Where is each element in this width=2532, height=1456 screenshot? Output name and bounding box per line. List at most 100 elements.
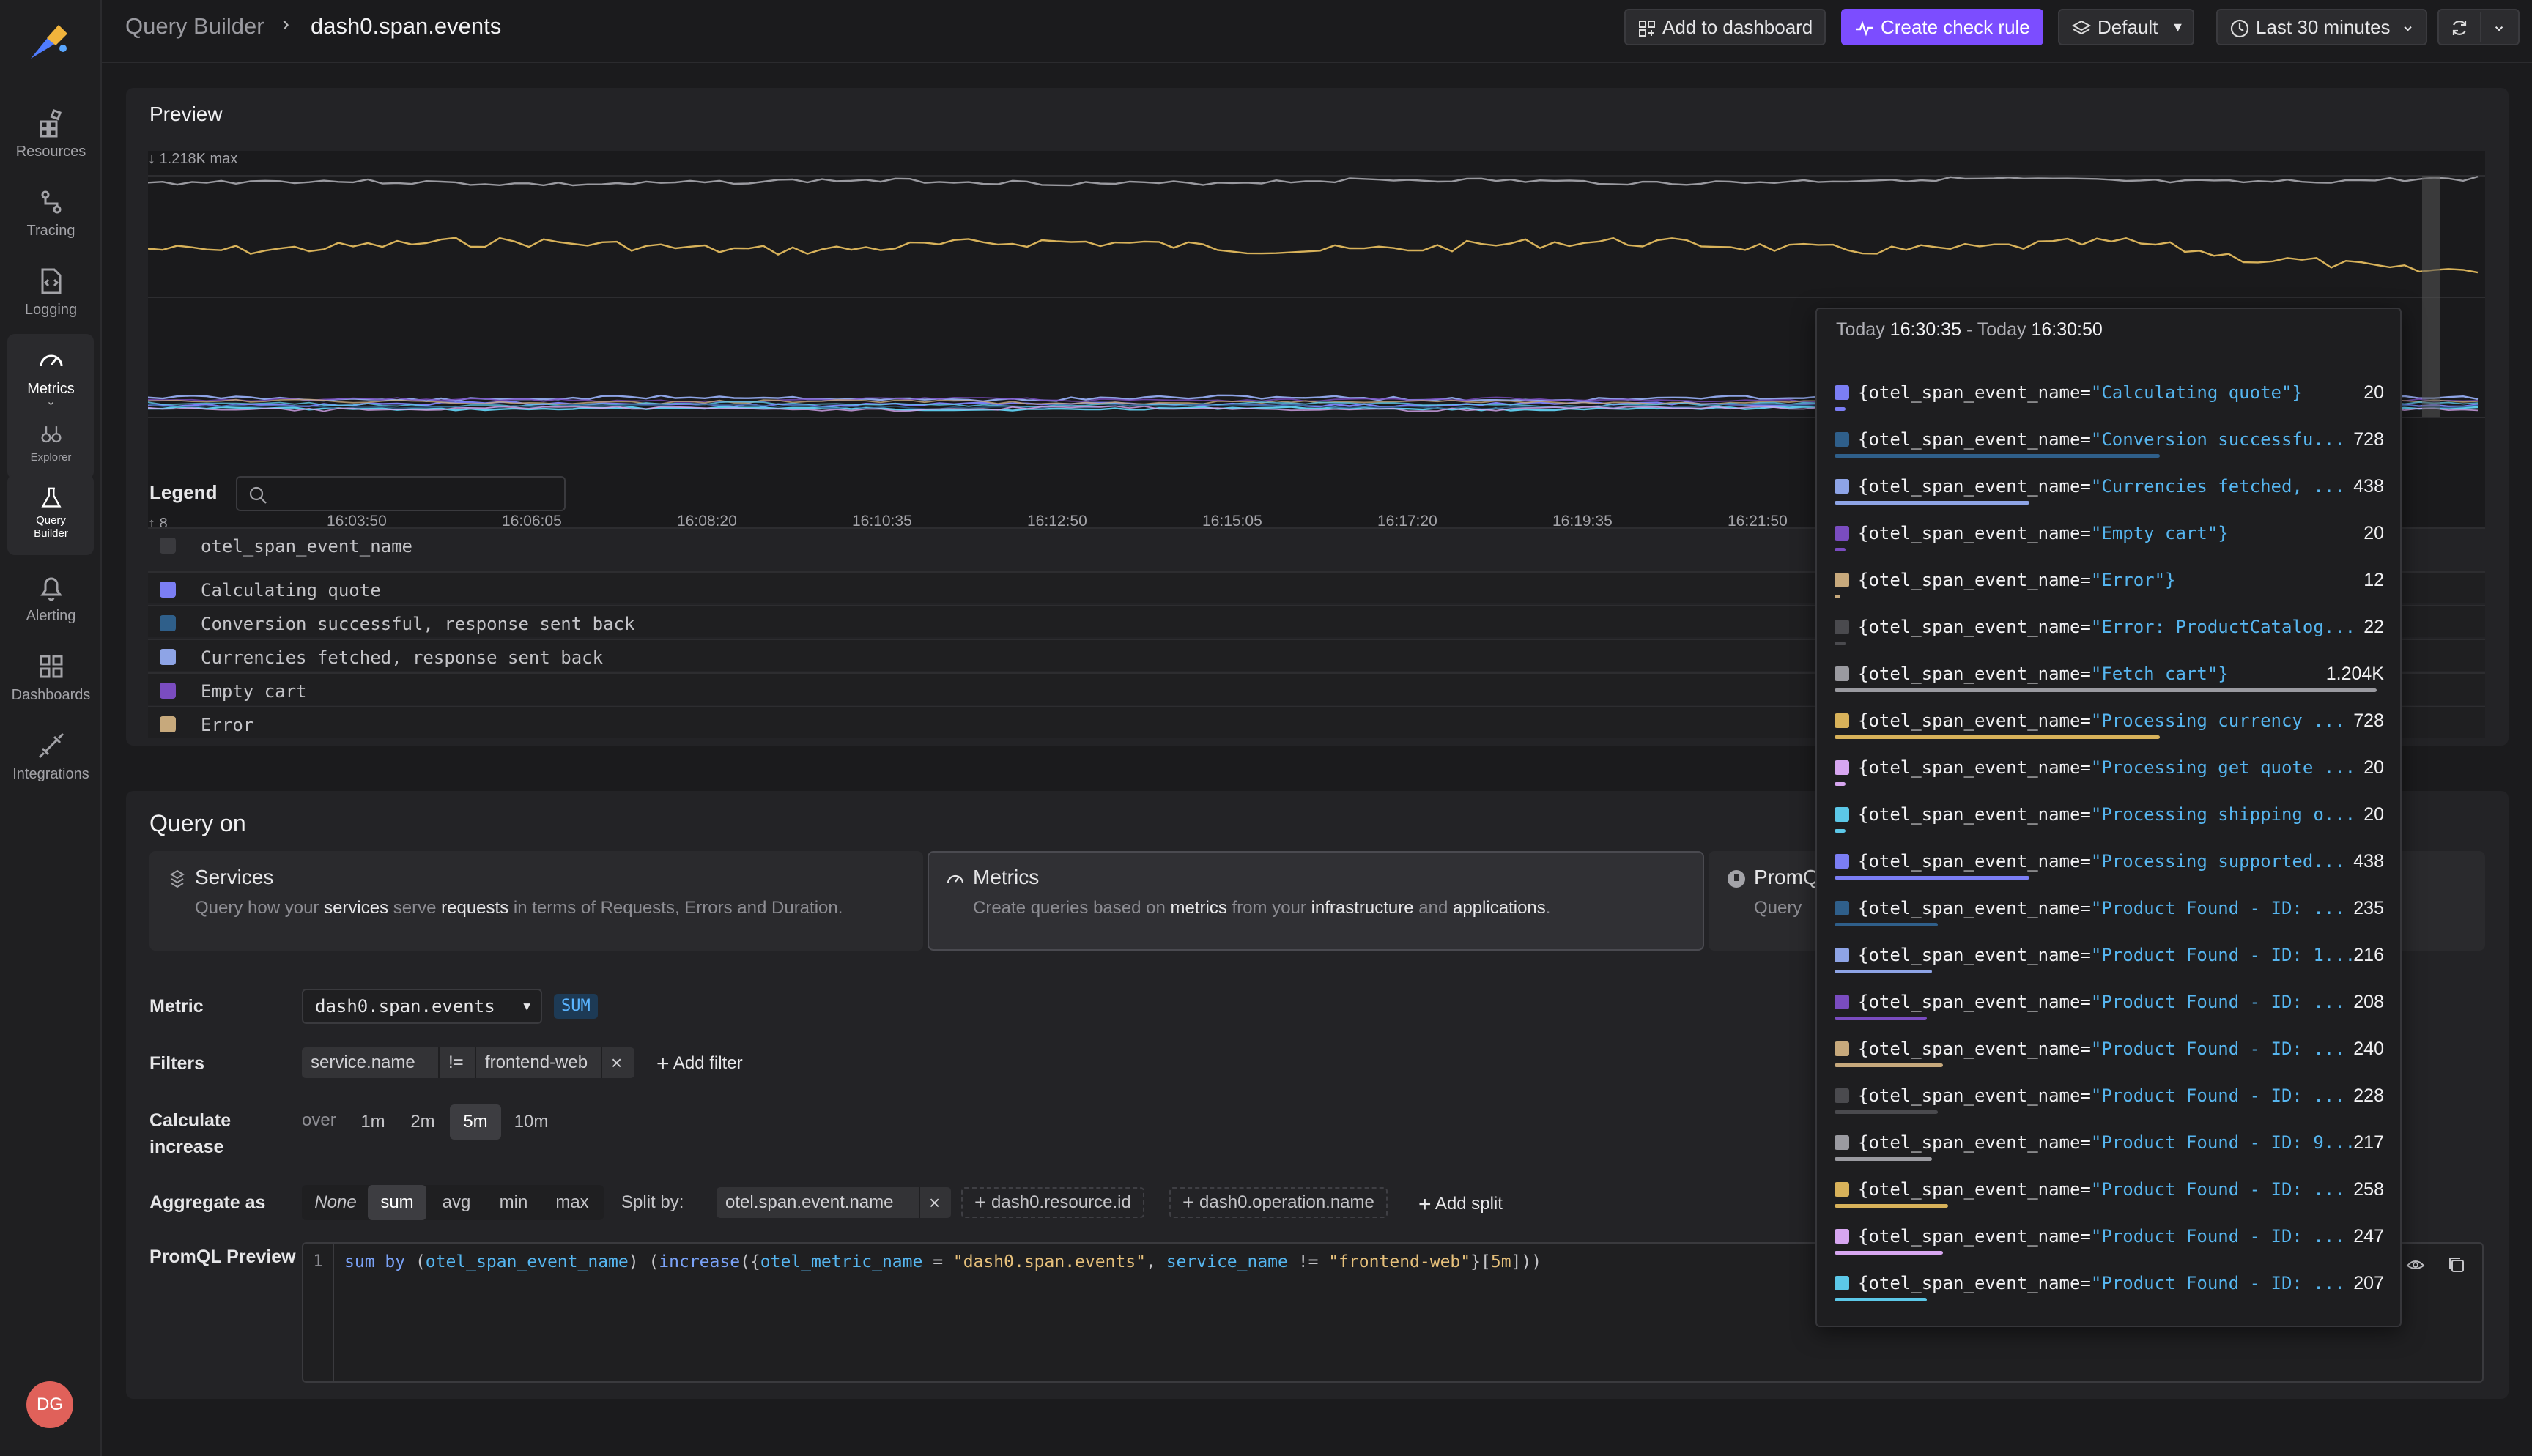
sidebar-item-metrics[interactable]: Metrics ⌄ [0, 344, 102, 408]
tooltip-label: "Calculating quote"} [2090, 382, 2303, 403]
legend-checkbox[interactable] [160, 538, 176, 554]
tooltip-key: {otel_span_event_name= [1858, 710, 2091, 731]
sidebar-item-explorer[interactable]: Explorer [0, 422, 102, 464]
split-option[interactable]: + dash0.resource.id [961, 1187, 1144, 1218]
sidebar-item-tracing[interactable]: Tracing [0, 186, 102, 239]
tooltip-label: "Conversion successfu... [2090, 429, 2345, 450]
legend-title: Legend [149, 481, 218, 503]
legend-swatch [160, 716, 176, 732]
aggregation-option[interactable]: max [544, 1185, 601, 1220]
tooltip-series-name: {otel_span_event_name="Product Found - I… [1858, 1226, 2345, 1247]
plus-icon: + [1418, 1192, 1432, 1217]
window-option[interactable]: 10m [504, 1104, 558, 1140]
tooltip-value-bar [1835, 642, 1846, 645]
tooltip-series-name: {otel_span_event_name="Processing shippi… [1858, 804, 2355, 825]
filter-chip[interactable]: service.name != frontend-web × [302, 1047, 634, 1078]
explain-icon[interactable] [2405, 1254, 2426, 1276]
create-check-rule-label: Create check rule [1881, 16, 2030, 38]
sidebar-item-alerting[interactable]: Alerting [0, 571, 102, 625]
tooltip-label: "Product Found - ID: 9... [2090, 1132, 2356, 1153]
window-option-selected[interactable]: 5m [450, 1104, 501, 1140]
add-to-dashboard-button[interactable]: Add to dashboard [1624, 9, 1826, 45]
tooltip-swatch [1835, 1135, 1849, 1150]
breadcrumb-root[interactable]: Query Builder [125, 13, 264, 40]
aggregation-option[interactable]: min [486, 1185, 541, 1220]
tooltip-swatch [1835, 1088, 1849, 1103]
code-token: ( [405, 1252, 426, 1271]
sidebar-item-logging[interactable]: Logging [0, 265, 102, 319]
create-check-rule-button[interactable]: Create check rule [1841, 9, 2043, 45]
tooltip-series-name: {otel_span_event_name="Product Found - I… [1858, 1085, 2345, 1106]
code-token: ])) [1511, 1252, 1542, 1271]
tooltip-value: 258 [2353, 1179, 2384, 1200]
chevron-down-icon[interactable]: ⌄ [2492, 9, 2506, 42]
tooltip-row: {otel_span_event_name="Product Found - I… [1835, 1172, 2384, 1219]
line-number: 1 [303, 1244, 334, 1381]
tooltip-value: 438 [2353, 851, 2384, 872]
split-value: otel.span.event.name [725, 1192, 894, 1212]
tooltip-key: {otel_span_event_name= [1858, 757, 2091, 778]
metrics-card[interactable]: Metrics Create queries based on metrics … [928, 851, 1704, 951]
tooltip-key: {otel_span_event_name= [1858, 382, 2091, 403]
tooltip-value-bar [1835, 1063, 1943, 1067]
tooltip-value-bar [1835, 1017, 1927, 1020]
sidebar-item-integrations[interactable]: Integrations [0, 729, 102, 783]
remove-split-icon[interactable]: × [929, 1187, 940, 1218]
services-card[interactable]: Services Query how your services serve r… [149, 851, 923, 951]
tooltip-label: "Product Found - ID: ... [2090, 898, 2345, 918]
aggregation-segmented-control: None sum avg min max [302, 1185, 604, 1220]
refresh-button[interactable]: ⌄ [2437, 9, 2520, 45]
tooltip-row: {otel_span_event_name="Currencies fetche… [1835, 469, 2384, 516]
tooltip-key: {otel_span_event_name= [1858, 1039, 2091, 1059]
aggregation-option-selected[interactable]: sum [368, 1185, 426, 1220]
tooltip-value-bar [1835, 501, 2030, 505]
sidebar-item-dashboards[interactable]: Dashboards [0, 650, 102, 704]
sidebar-item-query-builder[interactable]: Query Builder [0, 485, 102, 541]
divider [601, 1047, 602, 1078]
add-to-dashboard-label: Add to dashboard [1662, 16, 1813, 38]
split-chip[interactable]: otel.span.event.name × [717, 1187, 951, 1218]
tooltip-series-name: {otel_span_event_name="Product Found - I… [1858, 1273, 2345, 1293]
app-logo[interactable] [25, 16, 78, 69]
metric-select[interactable]: dash0.span.events ▼ [302, 989, 542, 1024]
tooltip-value-bar [1835, 1251, 1943, 1255]
tooltip-key: {otel_span_event_name= [1858, 664, 2091, 684]
divider [475, 1047, 476, 1078]
legend-item-label: Calculating quote [201, 580, 381, 601]
tooltip-value: 235 [2353, 898, 2384, 918]
code-token: != [1287, 1252, 1329, 1271]
tooltip-key: {otel_span_event_name= [1858, 945, 2091, 965]
text: from your [1226, 898, 1311, 918]
plus-icon: + [656, 1052, 670, 1076]
dataset-select[interactable]: Default ▼ [2058, 9, 2195, 45]
add-split-button[interactable]: + Add split [1418, 1192, 1503, 1217]
tooltip-value: 207 [2353, 1273, 2384, 1293]
avatar[interactable]: DG [26, 1381, 73, 1428]
aggregation-option[interactable]: None [306, 1185, 365, 1220]
tooltip-value-bar [1835, 548, 1846, 551]
split-option[interactable]: + dash0.operation.name [1169, 1187, 1388, 1218]
tooltip-swatch [1835, 620, 1849, 634]
tooltip-row: {otel_span_event_name="Product Found - I… [1835, 1078, 2384, 1125]
aggregation-option[interactable]: avg [429, 1185, 484, 1220]
time-range-label: Last 30 minutes [2256, 16, 2391, 38]
legend-search-input[interactable] [236, 476, 566, 511]
window-option[interactable]: 2m [399, 1104, 447, 1140]
text: 16:30:50 [2031, 319, 2103, 340]
tooltip-value: 20 [2363, 382, 2384, 403]
promql-code: sum by (otel_span_event_name) (increase(… [344, 1252, 1541, 1271]
tooltip-series-name: {otel_span_event_name="Product Found - I… [1858, 945, 2355, 965]
add-filter-button[interactable]: + Add filter [656, 1052, 743, 1077]
sidebar-item-resources[interactable]: Resources [0, 107, 102, 160]
tooltip-key: {otel_span_event_name= [1858, 1226, 2091, 1247]
logging-icon [41, 268, 61, 294]
tooltip-key: {otel_span_event_name= [1858, 570, 2091, 590]
time-range-select[interactable]: Last 30 minutes ⌄ [2216, 9, 2427, 45]
layers-icon [2071, 20, 2092, 35]
copy-icon[interactable] [2446, 1254, 2468, 1276]
window-option[interactable]: 1m [350, 1104, 396, 1140]
code-token: "frontend-web" [1328, 1252, 1471, 1271]
remove-filter-icon[interactable]: × [611, 1047, 622, 1078]
tooltip-label: "Fetch cart"} [2090, 664, 2229, 684]
tooltip-value-bar [1835, 876, 2030, 880]
